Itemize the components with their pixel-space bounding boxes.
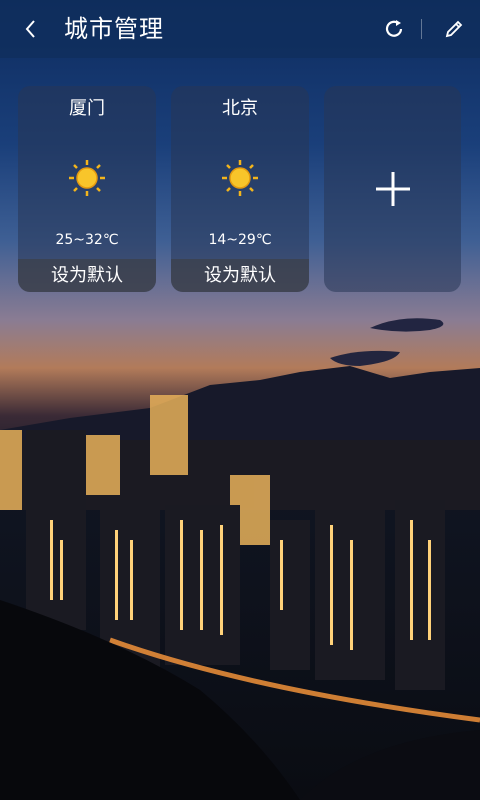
header-divider (421, 19, 422, 39)
add-city-card[interactable] (324, 86, 461, 292)
sunny-icon (69, 160, 105, 196)
set-default-button[interactable]: 设为默认 (171, 259, 309, 292)
pencil-icon (445, 20, 463, 38)
temperature-range: 25~32℃ (55, 232, 119, 248)
page-title: 城市管理 (64, 15, 164, 43)
chevron-left-icon (25, 20, 35, 38)
city-card-beijing[interactable]: 北京 14~29℃ 设为默认 (171, 86, 309, 292)
city-card-xiamen[interactable]: 厦门 25~32℃ 设为默认 (18, 86, 156, 292)
edit-button[interactable] (440, 14, 468, 44)
set-default-button[interactable]: 设为默认 (18, 259, 156, 292)
plus-icon (376, 172, 410, 206)
sunny-icon (222, 160, 258, 196)
city-name: 北京 (222, 98, 258, 119)
refresh-button[interactable] (380, 14, 408, 44)
refresh-icon (385, 20, 403, 37)
back-button[interactable] (18, 14, 42, 44)
temperature-range: 14~29℃ (208, 232, 272, 248)
top-bar: 城市管理 (0, 0, 480, 58)
city-name: 厦门 (69, 98, 105, 119)
